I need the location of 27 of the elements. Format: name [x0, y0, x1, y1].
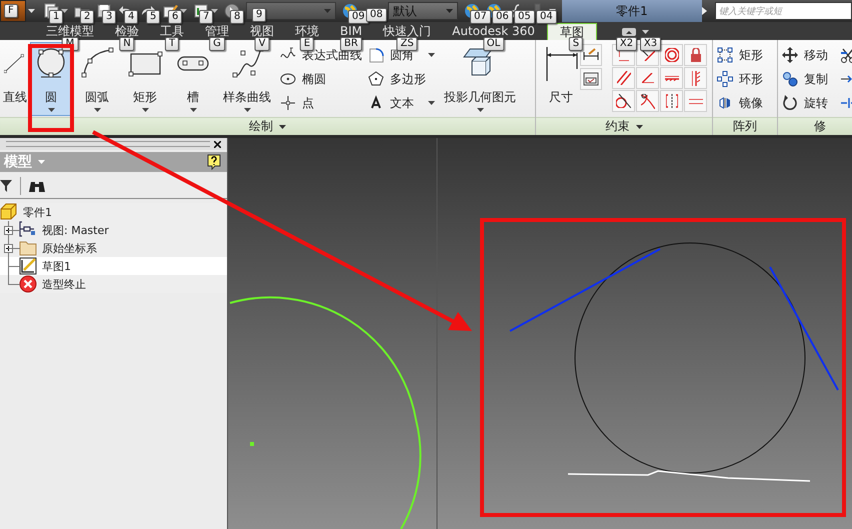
keytip-tooltip: T [164, 37, 180, 51]
keytip-tooltip: V [254, 37, 270, 51]
keytip-tooltip: 04 [536, 10, 557, 24]
keytip-tooltip: 8 [230, 10, 244, 24]
keytip-tooltip: OL [482, 37, 504, 51]
keytip-tooltip: 1 [49, 10, 64, 24]
keytip-tooltip: 05 [514, 10, 535, 24]
keytip-tooltip: 7 [199, 10, 214, 24]
keytip-tooltip: 9 [252, 8, 266, 22]
keytip-tooltip: X3 [640, 37, 662, 51]
keytip-tooltip: 06 [492, 10, 513, 24]
keytip-tooltip: BR [340, 37, 362, 51]
keytip-tooltip: 07 [470, 10, 491, 24]
keytip-tooltip: S [568, 37, 584, 51]
document-title: 零件1 [562, 0, 702, 22]
keytip-tooltip: G [209, 37, 225, 51]
keytip-tooltip: 5 [146, 10, 160, 24]
keytip-tooltip: 3 [102, 10, 116, 24]
keytip-tooltip: N [119, 37, 135, 51]
keytip-tooltip: X2 [616, 37, 638, 51]
keytip-tooltip: 6 [168, 10, 182, 24]
keytip-tooltip: E [300, 37, 314, 51]
keytip-tooltip: F [4, 4, 18, 18]
keytip-tooltip: ZS [396, 37, 418, 51]
keytip-tooltip: 2 [80, 10, 94, 24]
keytip-tooltip: 08 [366, 8, 387, 22]
keytip-tooltip: 4 [124, 10, 138, 24]
